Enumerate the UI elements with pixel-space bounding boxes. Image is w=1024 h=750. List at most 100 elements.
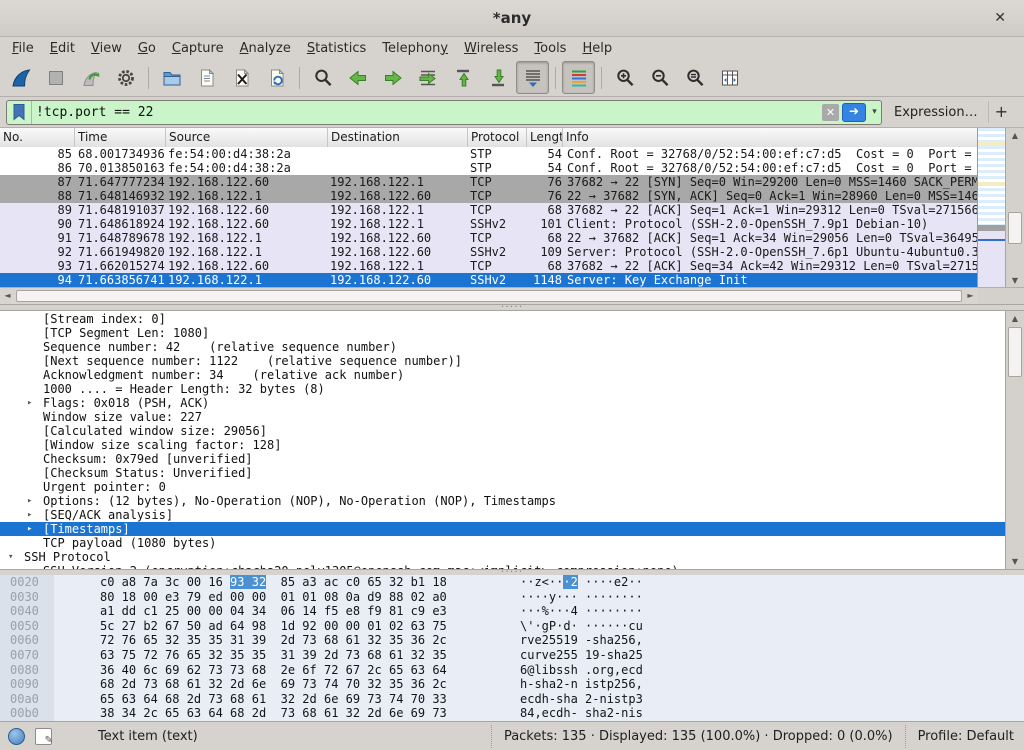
hex-dump-row[interactable]: 008036 40 6c 69 62 73 73 68 2e 6f 72 67 …	[0, 663, 1024, 678]
hex-ascii[interactable]: rve25519 -sha256,	[520, 633, 643, 648]
scrollbar-handle[interactable]	[1008, 327, 1022, 377]
detail-tree-item[interactable]: Urgent pointer: 0	[0, 480, 1007, 494]
hex-ascii[interactable]: 6@libssh .org,ecd	[520, 663, 643, 678]
expression-button[interactable]: Expression…	[882, 105, 988, 120]
hex-bytes[interactable]: 65 63 64 68 2d 73 68 61 32 2d 6e 69 73 7…	[100, 692, 447, 707]
column-header-proto[interactable]: Protocol	[468, 128, 527, 147]
detail-tree-item[interactable]: Acknowledgment number: 34 (relative ack …	[0, 368, 1007, 382]
column-header-src[interactable]: Source	[166, 128, 328, 147]
menu-wireless[interactable]: Wireless	[456, 40, 526, 57]
scroll-down-icon[interactable]: ▼	[1006, 273, 1024, 288]
expert-info-icon[interactable]	[8, 728, 25, 745]
detail-tree-item[interactable]: [Checksum Status: Unverified]	[0, 466, 1007, 480]
detail-tree-item[interactable]: 1000 .... = Header Length: 32 bytes (8)	[0, 382, 1007, 396]
detail-tree-item[interactable]: ▸Flags: 0x018 (PSH, ACK)	[0, 396, 1007, 410]
auto-scroll-button[interactable]	[516, 61, 549, 94]
stop-capture-button[interactable]	[39, 61, 72, 94]
tree-collapsed-icon[interactable]: ▸	[27, 494, 32, 508]
column-header-dst[interactable]: Destination	[328, 128, 468, 147]
detail-tree-item[interactable]: Sequence number: 42 (relative sequence n…	[0, 340, 1007, 354]
hex-bytes[interactable]: 63 75 72 76 65 32 35 35 31 39 2d 73 68 6…	[100, 648, 447, 663]
hex-dump-row[interactable]: 0020c0 a8 7a 3c 00 16 93 32 85 a3 ac c0 …	[0, 575, 1024, 590]
close-window-button[interactable]: ✕	[988, 0, 1012, 36]
go-to-packet-button[interactable]	[411, 61, 444, 94]
capture-comment-icon[interactable]: ✎	[35, 728, 52, 745]
hex-dump-row[interactable]: 00b038 34 2c 65 63 64 68 2d 73 68 61 32 …	[0, 706, 1024, 721]
hex-ascii[interactable]: ···%···4 ········	[520, 604, 643, 619]
detail-tree-item[interactable]: [Stream index: 0]	[0, 312, 1007, 326]
hex-bytes[interactable]: c0 a8 7a 3c 00 16 93 32 85 a3 ac c0 65 3…	[100, 575, 447, 590]
scroll-up-icon[interactable]: ▲	[1006, 128, 1024, 143]
hex-bytes[interactable]: 80 18 00 e3 79 ed 00 00 01 01 08 0a d9 8…	[100, 590, 447, 605]
packet-list-vertical-scrollbar[interactable]: ▲ ▼	[1005, 128, 1024, 288]
tree-collapsed-icon[interactable]: ▸	[27, 522, 32, 536]
packet-list-minimap-scrollbar[interactable]	[977, 128, 1006, 288]
capture-options-button[interactable]	[109, 61, 142, 94]
hex-dump-row[interactable]: 00505c 27 b2 67 50 ad 64 98 1d 92 00 00 …	[0, 619, 1024, 634]
detail-tree-item[interactable]: [Window size scaling factor: 128]	[0, 438, 1007, 452]
close-file-button[interactable]	[225, 61, 258, 94]
go-back-button[interactable]	[341, 61, 374, 94]
packet-row[interactable]: 9471.663856741192.168.122.1192.168.122.6…	[0, 273, 978, 287]
hex-ascii[interactable]: ··z<···2 ····e2··	[520, 575, 643, 590]
open-file-button[interactable]	[155, 61, 188, 94]
scrollbar-handle[interactable]	[16, 290, 962, 302]
packet-row[interactable]: 8568.001734936fe:54:00:d4:38:2aSTP54Conf…	[0, 147, 978, 161]
find-packet-button[interactable]	[306, 61, 339, 94]
filter-apply-icon[interactable]: ➜	[842, 103, 866, 122]
scroll-down-icon[interactable]: ▼	[1006, 554, 1024, 569]
hex-dump-row[interactable]: 007063 75 72 76 65 32 35 35 31 39 2d 73 …	[0, 648, 1024, 663]
detail-tree-item[interactable]: ▾SSH Protocol	[0, 550, 1007, 564]
hex-dump-row[interactable]: 0040a1 dd c1 25 00 00 04 34 06 14 f5 e8 …	[0, 604, 1024, 619]
resize-columns-button[interactable]	[713, 61, 746, 94]
hex-bytes[interactable]: 5c 27 b2 67 50 ad 64 98 1d 92 00 00 01 0…	[100, 619, 447, 634]
hex-ascii[interactable]: ecdh-sha 2-nistp3	[520, 692, 643, 707]
packet-row[interactable]: 8971.648191037192.168.122.60192.168.122.…	[0, 203, 978, 217]
tree-expanded-icon[interactable]: ▾	[8, 550, 13, 564]
scrollbar-handle[interactable]	[1008, 212, 1022, 244]
detail-tree-item[interactable]: [Next sequence number: 1122 (relative se…	[0, 354, 1007, 368]
go-bottom-button[interactable]	[481, 61, 514, 94]
packet-row[interactable]: 9071.648618924192.168.122.60192.168.122.…	[0, 217, 978, 231]
hex-bytes[interactable]: 68 2d 73 68 61 32 2d 6e 69 73 74 70 32 3…	[100, 677, 447, 692]
column-header-info[interactable]: Info	[563, 128, 978, 147]
hex-dump-row[interactable]: 009068 2d 73 68 61 32 2d 6e 69 73 74 70 …	[0, 677, 1024, 692]
menu-view[interactable]: View	[83, 40, 130, 57]
detail-tree-item[interactable]: [TCP Segment Len: 1080]	[0, 326, 1007, 340]
hex-ascii[interactable]: curve255 19-sha25	[520, 648, 643, 663]
filter-bookmark-icon[interactable]	[7, 101, 32, 124]
column-header-len[interactable]: Length	[527, 128, 563, 147]
menu-analyze[interactable]: Analyze	[232, 40, 299, 57]
tree-collapsed-icon[interactable]: ▸	[27, 564, 32, 569]
menu-edit[interactable]: Edit	[42, 40, 83, 57]
hex-bytes[interactable]: 36 40 6c 69 62 73 73 68 2e 6f 72 67 2c 6…	[100, 663, 447, 678]
hex-ascii[interactable]: h-sha2-n istp256,	[520, 677, 643, 692]
packet-row[interactable]: 8871.648146932192.168.122.1192.168.122.6…	[0, 189, 978, 203]
hex-ascii[interactable]: 84,ecdh- sha2-nis	[520, 706, 643, 721]
reload-file-button[interactable]	[260, 61, 293, 94]
detail-tree-item[interactable]: Checksum: 0x79ed [unverified]	[0, 452, 1007, 466]
zoom-original-button[interactable]	[678, 61, 711, 94]
hex-ascii[interactable]: \'·gP·d· ······cu	[520, 619, 643, 634]
filter-clear-icon[interactable]: ✕	[822, 104, 839, 121]
go-top-button[interactable]	[446, 61, 479, 94]
restart-capture-button[interactable]	[74, 61, 107, 94]
colorize-button[interactable]	[562, 61, 595, 94]
hex-dump-row[interactable]: 003080 18 00 e3 79 ed 00 00 01 01 08 0a …	[0, 590, 1024, 605]
hex-ascii[interactable]: ····y··· ········	[520, 590, 643, 605]
zoom-in-button[interactable]	[608, 61, 641, 94]
menu-file[interactable]: File	[4, 40, 42, 57]
hex-bytes[interactable]: 72 76 65 32 35 35 31 39 2d 73 68 61 32 3…	[100, 633, 447, 648]
menu-go[interactable]: Go	[130, 40, 164, 57]
column-header-time[interactable]: Time	[75, 128, 166, 147]
detail-tree-item[interactable]: ▸Options: (12 bytes), No-Operation (NOP)…	[0, 494, 1007, 508]
save-file-button[interactable]	[190, 61, 223, 94]
detail-tree-item[interactable]: ▸[Timestamps]	[0, 522, 1007, 536]
display-filter-input[interactable]	[32, 102, 822, 123]
profile-selector[interactable]: Profile: Default	[905, 725, 1016, 748]
menu-statistics[interactable]: Statistics	[299, 40, 374, 57]
detail-tree-item[interactable]: [Calculated window size: 29056]	[0, 424, 1007, 438]
packet-row[interactable]: 8771.647777234192.168.122.60192.168.122.…	[0, 175, 978, 189]
detail-tree-item[interactable]: TCP payload (1080 bytes)	[0, 536, 1007, 550]
packet-row[interactable]: 8670.013850163fe:54:00:d4:38:2aSTP54Conf…	[0, 161, 978, 175]
